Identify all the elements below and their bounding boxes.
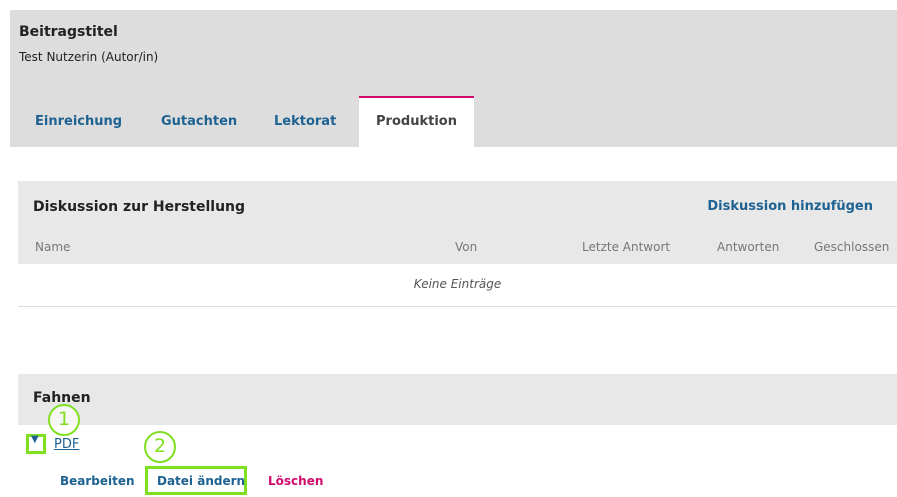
author-subtitle: Test Nutzerin (Autor/in) bbox=[19, 50, 159, 64]
empty-table-row: Keine Einträge bbox=[18, 264, 897, 307]
triangle-down-icon: ▼ bbox=[31, 434, 39, 445]
delete-galley-button[interactable]: Löschen bbox=[268, 474, 323, 488]
tab-produktion[interactable]: Produktion bbox=[359, 96, 474, 147]
galley-file-link[interactable]: PDF bbox=[54, 437, 79, 452]
galley-expand-toggle[interactable]: ▼ bbox=[26, 434, 46, 454]
change-file-button[interactable]: Datei ändern bbox=[157, 474, 245, 488]
submission-header: Beitragstitel Test Nutzerin (Autor/in) E… bbox=[10, 10, 897, 147]
add-discussion-link[interactable]: Diskussion hinzufügen bbox=[707, 199, 873, 214]
tab-lektorat[interactable]: Lektorat bbox=[274, 114, 336, 129]
column-header-replies[interactable]: Antworten bbox=[717, 240, 779, 254]
callout-marker-1: 1 bbox=[48, 404, 80, 436]
column-header-last-reply[interactable]: Letzte Antwort bbox=[582, 240, 670, 254]
page-title: Beitragstitel bbox=[19, 24, 118, 40]
column-header-from[interactable]: Von bbox=[455, 240, 477, 254]
tab-einreichung[interactable]: Einreichung bbox=[35, 114, 122, 129]
column-header-name[interactable]: Name bbox=[35, 240, 70, 254]
galleys-panel: Fahnen bbox=[18, 374, 897, 425]
tab-gutachten[interactable]: Gutachten bbox=[161, 114, 237, 129]
edit-galley-button[interactable]: Bearbeiten bbox=[60, 474, 135, 488]
production-discussion-panel: Diskussion zur Herstellung Diskussion hi… bbox=[18, 181, 897, 307]
empty-table-message: Keine Einträge bbox=[413, 277, 502, 291]
column-header-closed[interactable]: Geschlossen bbox=[814, 240, 889, 254]
discussion-heading: Diskussion zur Herstellung bbox=[33, 199, 246, 215]
callout-marker-2: 2 bbox=[144, 431, 176, 463]
